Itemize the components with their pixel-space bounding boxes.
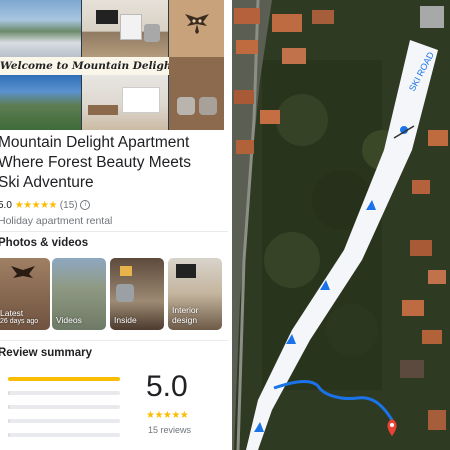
photo-collage[interactable]: Welcome to Mountain Delight — [0, 0, 224, 130]
kitchen-shape — [122, 87, 160, 113]
divider — [0, 340, 228, 341]
rating-bar-fill — [8, 377, 120, 381]
review-score: 5.0 — [146, 370, 188, 403]
rating-bar-fill — [8, 419, 11, 423]
info-icon[interactable]: i — [80, 200, 91, 211]
photo-bedroom — [169, 57, 224, 130]
tile-label: Interior design — [172, 305, 199, 325]
tile-sublabel: 26 days ago — [0, 318, 39, 325]
welcome-banner: Welcome to Mountain Delight — [0, 57, 176, 75]
rating-bar-fill — [8, 391, 11, 395]
photo-tile-inside[interactable]: Inside — [110, 258, 164, 330]
review-summary-heading: Review summary — [0, 347, 92, 359]
photo-tile-latest[interactable]: Latest 26 days ago — [0, 258, 50, 330]
photo-tile-interior-design[interactable]: Interior design — [168, 258, 222, 330]
rating-bar — [8, 433, 120, 437]
table-shape — [88, 105, 118, 115]
place-panel: Welcome to Mountain Delight Mountain Del… — [0, 0, 232, 450]
review-stars-icon: ★★★★★ — [146, 410, 189, 421]
photo-kitchen — [82, 75, 168, 130]
reviews-link[interactable]: 15 reviews — [148, 425, 191, 435]
rating-bar — [8, 377, 120, 381]
owl-icon — [185, 14, 209, 34]
rating-bar-fill — [8, 433, 11, 437]
place-category: Holiday apartment rental — [0, 215, 113, 227]
photo-mountain-view — [0, 0, 81, 57]
photos-heading: Photos & videos — [0, 237, 89, 249]
title-line: Ski Adventure — [0, 174, 94, 191]
rating-value: 5.0 — [0, 200, 12, 211]
title-line: Where Forest Beauty Meets — [0, 154, 191, 171]
rating-bar — [8, 419, 120, 423]
tv-shape — [176, 264, 196, 278]
title-line: Mountain Delight Apartment — [0, 134, 190, 151]
rating-bar-fill — [8, 405, 11, 409]
tv-shape — [96, 10, 118, 24]
tile-label: Inside — [114, 315, 137, 325]
pillow-shape — [177, 97, 195, 115]
place-title: Mountain Delight Apartment Where Forest … — [0, 133, 228, 193]
pillow-shape — [120, 266, 132, 276]
pillow-shape — [199, 97, 217, 115]
photo-town-panorama — [0, 75, 81, 130]
divider — [0, 231, 228, 232]
forest-area — [262, 60, 402, 390]
photo-living-room — [82, 0, 168, 57]
chair-shape — [144, 24, 160, 42]
satellite-map[interactable]: SKI ROAD — [232, 0, 450, 450]
rating-bar — [8, 391, 120, 395]
rating-row[interactable]: 5.0 ★★★★★ (15) i — [0, 200, 91, 211]
owl-icon — [11, 266, 35, 278]
star-rating-icon: ★★★★★ — [14, 200, 58, 211]
review-count[interactable]: (15) — [60, 200, 78, 211]
photo-tile-videos[interactable]: Videos — [52, 258, 106, 330]
chair-shape — [116, 284, 134, 302]
tile-label: Videos — [56, 315, 82, 325]
photo-owl-wall-art — [169, 0, 224, 57]
fireplace-shape — [120, 14, 142, 40]
rating-bar — [8, 405, 120, 409]
